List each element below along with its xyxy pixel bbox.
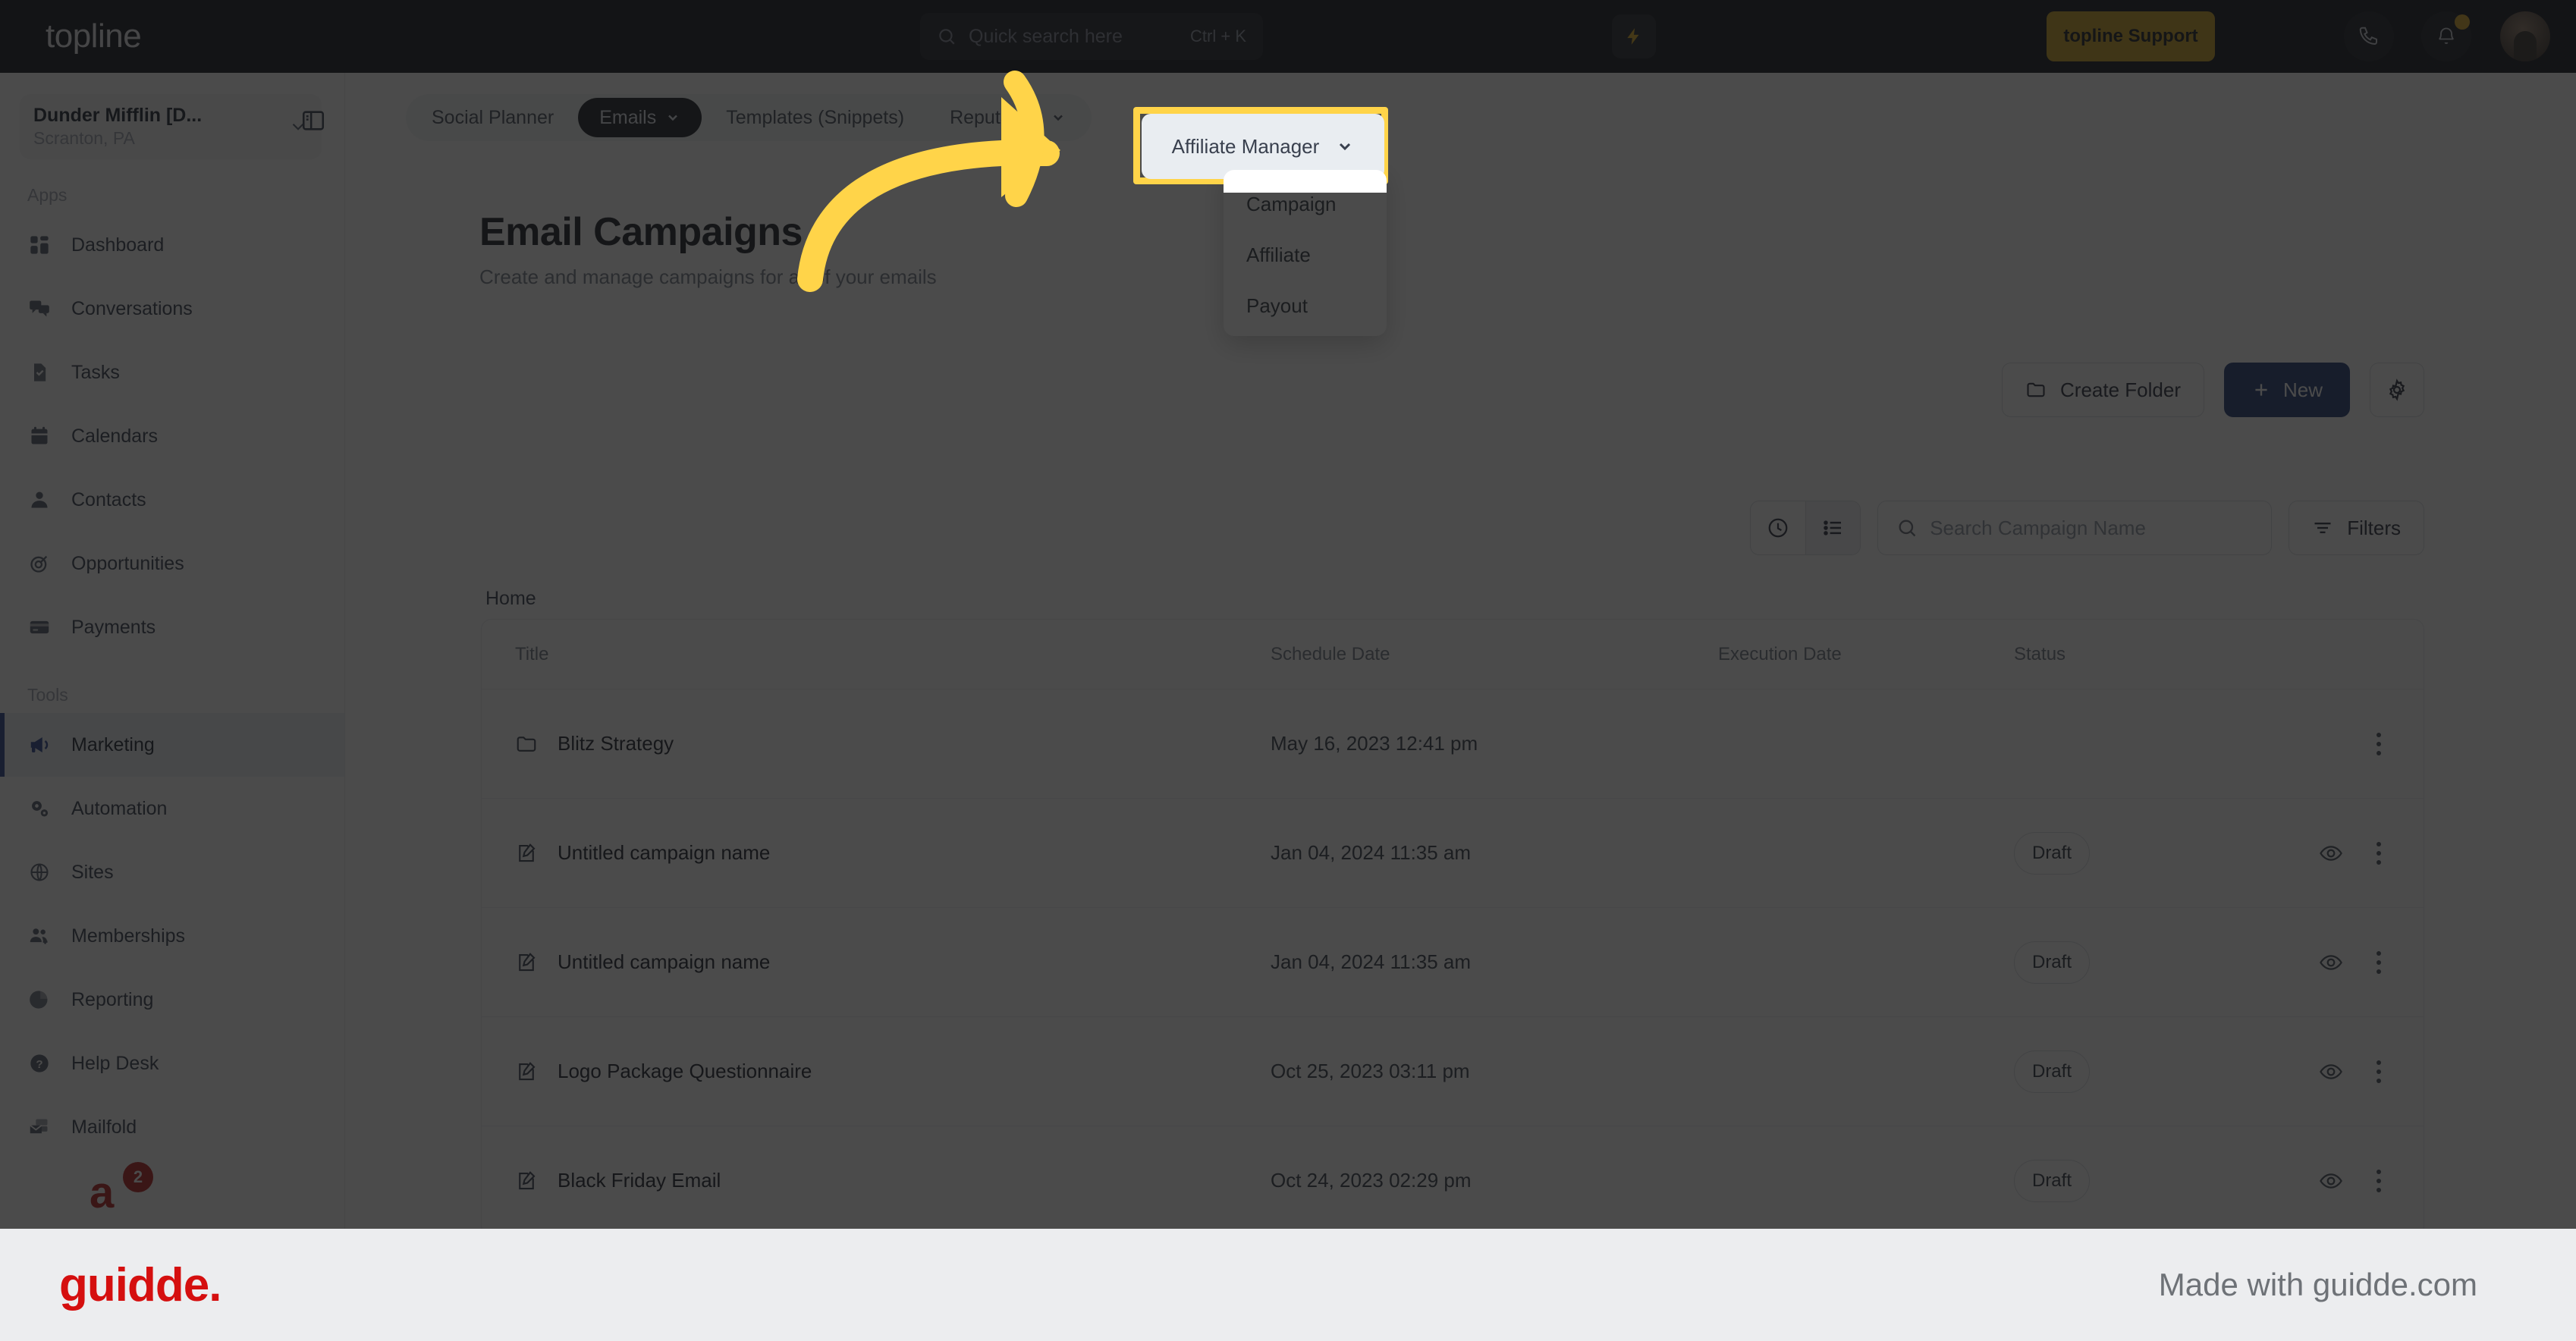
guidde-logo: guidde. (59, 1258, 221, 1311)
screenshot-root: topline Quick search here Ctrl + K topli… (0, 0, 2576, 1341)
affiliate-manager-dropdown[interactable]: Affiliate Manager (1142, 114, 1387, 193)
menu-peek (1224, 170, 1387, 193)
chevron-down-icon (1336, 137, 1354, 155)
guidde-footer: guidde. Made with guidde.com (0, 1229, 2576, 1341)
affiliate-manager-value: Affiliate Manager (1171, 134, 1320, 158)
made-with-text: Made with guidde.com (2158, 1267, 2477, 1302)
